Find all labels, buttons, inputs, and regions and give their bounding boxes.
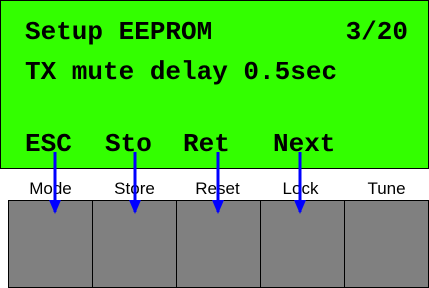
button-labels: Mode Store Reset Lock Tune bbox=[0, 178, 429, 200]
hardware-keys bbox=[0, 200, 429, 288]
button-label-store: Store bbox=[114, 179, 155, 198]
softkey-ret: Ret bbox=[183, 129, 230, 159]
button-label-mode: Mode bbox=[29, 179, 72, 198]
reset-button[interactable] bbox=[176, 200, 261, 288]
softkey-sto: Sto bbox=[105, 129, 152, 159]
softkey-esc: ESC bbox=[25, 129, 72, 159]
mode-button[interactable] bbox=[8, 200, 93, 288]
tune-button[interactable] bbox=[344, 200, 429, 288]
lock-button[interactable] bbox=[260, 200, 345, 288]
lcd-display: Setup EEPROM 3/20 TX mute delay 0.5sec E… bbox=[0, 0, 429, 169]
store-button[interactable] bbox=[92, 200, 177, 288]
lcd-page-indicator: 3/20 bbox=[345, 17, 408, 47]
button-label-lock: Lock bbox=[282, 179, 319, 198]
button-label-reset: Reset bbox=[195, 179, 240, 198]
softkey-next: Next bbox=[273, 129, 336, 159]
lcd-parameter: TX mute delay 0.5sec bbox=[25, 57, 338, 87]
lcd-title: Setup EEPROM bbox=[25, 17, 213, 47]
button-label-tune: Tune bbox=[367, 179, 406, 198]
